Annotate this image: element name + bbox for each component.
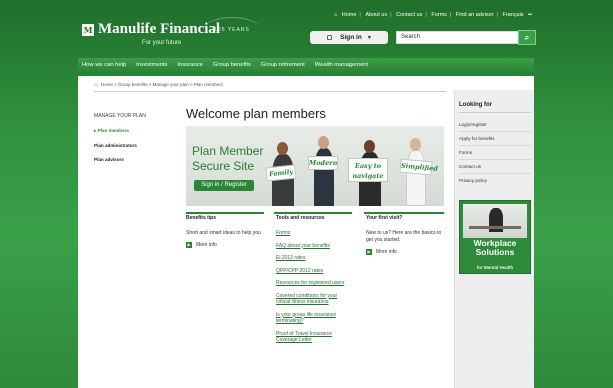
- lock-icon: [327, 35, 333, 40]
- tools-link[interactable]: El 2012 rates: [276, 255, 352, 262]
- home-icon[interactable]: ⌂: [94, 82, 98, 88]
- tools-link[interactable]: QPP/CPP 2012 rates: [276, 268, 352, 275]
- tools-resources: Tools and resources Forms FAQ about your…: [276, 215, 352, 350]
- first-visit-text: New to us? Here are the basics to get yo…: [366, 230, 442, 243]
- benefits-tips-title: Benefits tips: [186, 215, 217, 221]
- sign-easy-to-navigate: Easy to navigate: [348, 158, 388, 182]
- banner-title: Plan Member Secure Site: [192, 144, 264, 173]
- search-button[interactable]: ⌕: [518, 30, 536, 45]
- home-icon: ⌂: [333, 12, 338, 18]
- hero-banner: Plan Member Secure Site Sign in / Regist…: [186, 126, 444, 206]
- benefits-tips: Benefits tips Short and smart ideas to h…: [186, 215, 262, 248]
- tagline: For your future: [142, 40, 182, 46]
- breadcrumb: ⌂ Home > Group benefits > Manage your pl…: [94, 82, 223, 88]
- nav-item-how-we-can-help[interactable]: How we can help: [82, 62, 126, 68]
- tools-resources-title: Tools and resources: [276, 215, 325, 221]
- ad-subtitle: for Mental Health: [476, 265, 514, 270]
- sidebar-link-forms[interactable]: Forms: [459, 150, 472, 155]
- search-input[interactable]: Search: [396, 31, 520, 44]
- right-sidebar: Looking for Login/register Apply for ben…: [454, 90, 534, 388]
- chevron-down-icon: ▾: [367, 35, 371, 41]
- person-head: [410, 138, 421, 151]
- nav-item-insurance[interactable]: Insurance: [177, 62, 202, 68]
- left-nav-item-plan-members[interactable]: ▸ Plan members: [94, 128, 164, 134]
- tools-link[interactable]: Covered conditions for your critical ill…: [276, 293, 352, 306]
- divider: [459, 173, 531, 174]
- top-link-francais[interactable]: Français: [502, 12, 523, 18]
- benefits-more-link[interactable]: ▶ More info: [186, 242, 262, 248]
- top-links: ⌂ Home | About us | Contact us | Forms | Fin…: [333, 12, 532, 18]
- sign-modern: Modern: [308, 156, 338, 170]
- sidebar-link-apply[interactable]: Apply for benefits: [459, 136, 495, 141]
- nav-item-wealth-management[interactable]: Wealth management: [315, 62, 368, 68]
- left-nav: MANAGE YOUR PLAN ▸ Plan members Plan adm…: [94, 113, 164, 171]
- sidebar-title: Looking for: [459, 102, 492, 108]
- signin-button[interactable]: Sign in ▾: [310, 31, 388, 44]
- person-head: [277, 142, 288, 155]
- column-rule: [186, 212, 264, 214]
- nav-item-group-benefits[interactable]: Group benefits: [213, 62, 251, 68]
- main-nav: How we can help Investments Insurance Gr…: [78, 58, 534, 72]
- nav-item-group-retirement[interactable]: Group retirement: [261, 62, 305, 68]
- top-link-advisor[interactable]: Find an advisor: [456, 12, 494, 18]
- column-rule: [274, 212, 352, 214]
- site-header: M Manulife Financial For your future 125…: [78, 0, 536, 52]
- top-link-about[interactable]: About us: [365, 12, 387, 18]
- tools-link[interactable]: Proof of Travel Insurance Coverage Lette…: [276, 331, 352, 344]
- divider: [94, 91, 446, 92]
- logo-text: Manulife Financial: [98, 21, 221, 37]
- page-title: Welcome plan members: [186, 106, 326, 121]
- nav-item-investments[interactable]: Investments: [136, 62, 167, 68]
- page: M Manulife Financial For your future 125…: [78, 0, 536, 388]
- person-head: [364, 140, 375, 153]
- benefits-tips-text: Short and smart ideas to help you: [186, 230, 261, 236]
- top-link-forms[interactable]: Forms: [431, 12, 447, 18]
- tools-link[interactable]: Resources for registered users: [276, 280, 352, 287]
- first-visit: Your first visit? New to us? Here are th…: [366, 215, 444, 255]
- divider: [459, 112, 531, 113]
- tools-link[interactable]: Is your group life insurance terminating…: [276, 312, 352, 325]
- ad-photo: [463, 204, 527, 238]
- left-nav-item-plan-administrators[interactable]: Plan administrators: [94, 143, 164, 148]
- tools-link[interactable]: FAQ about your benefits: [276, 243, 352, 250]
- arrow-right-icon: ▶: [186, 242, 192, 248]
- ad-title: Workplace Solutions: [473, 238, 517, 257]
- divider: [459, 145, 531, 146]
- sign-simplified: Simplified: [399, 158, 438, 176]
- top-link-contact[interactable]: Contact us: [396, 12, 422, 18]
- top-link-home[interactable]: Home: [342, 12, 357, 18]
- divider: [459, 131, 531, 132]
- years-badge: 125 YEARS: [204, 17, 260, 41]
- first-visit-more-link[interactable]: ▶ More info: [366, 249, 444, 255]
- search-icon: ⌕: [524, 33, 530, 42]
- sidebar-link-login[interactable]: Login/register: [459, 122, 487, 127]
- tools-link[interactable]: Forms: [276, 230, 352, 237]
- first-visit-title: Your first visit?: [366, 215, 403, 221]
- content-panel: ⌂ Home > Group benefits > Manage your pl…: [78, 76, 534, 388]
- breadcrumb-text[interactable]: Home > Group benefits > Manage your plan…: [101, 82, 223, 87]
- arrow-right-icon: ▶: [366, 249, 372, 255]
- logo[interactable]: M Manulife Financial: [82, 22, 220, 37]
- left-nav-item-plan-advisors[interactable]: Plan advisors: [94, 157, 164, 162]
- flag-icon: ▪▪: [528, 12, 532, 18]
- workplace-solutions-ad[interactable]: Workplace Solutions for Mental Health: [459, 200, 531, 274]
- logo-mark: M: [82, 24, 94, 36]
- signin-label: Sign in: [340, 34, 362, 41]
- person-head: [318, 136, 329, 149]
- signin-register-button[interactable]: Sign in / Register: [194, 180, 254, 191]
- sidebar-link-privacy[interactable]: Privacy policy: [459, 178, 487, 183]
- divider: [459, 159, 531, 160]
- left-nav-heading: MANAGE YOUR PLAN: [94, 113, 146, 119]
- column-rule: [364, 212, 444, 214]
- sidebar-link-contact[interactable]: Contact us: [459, 164, 481, 169]
